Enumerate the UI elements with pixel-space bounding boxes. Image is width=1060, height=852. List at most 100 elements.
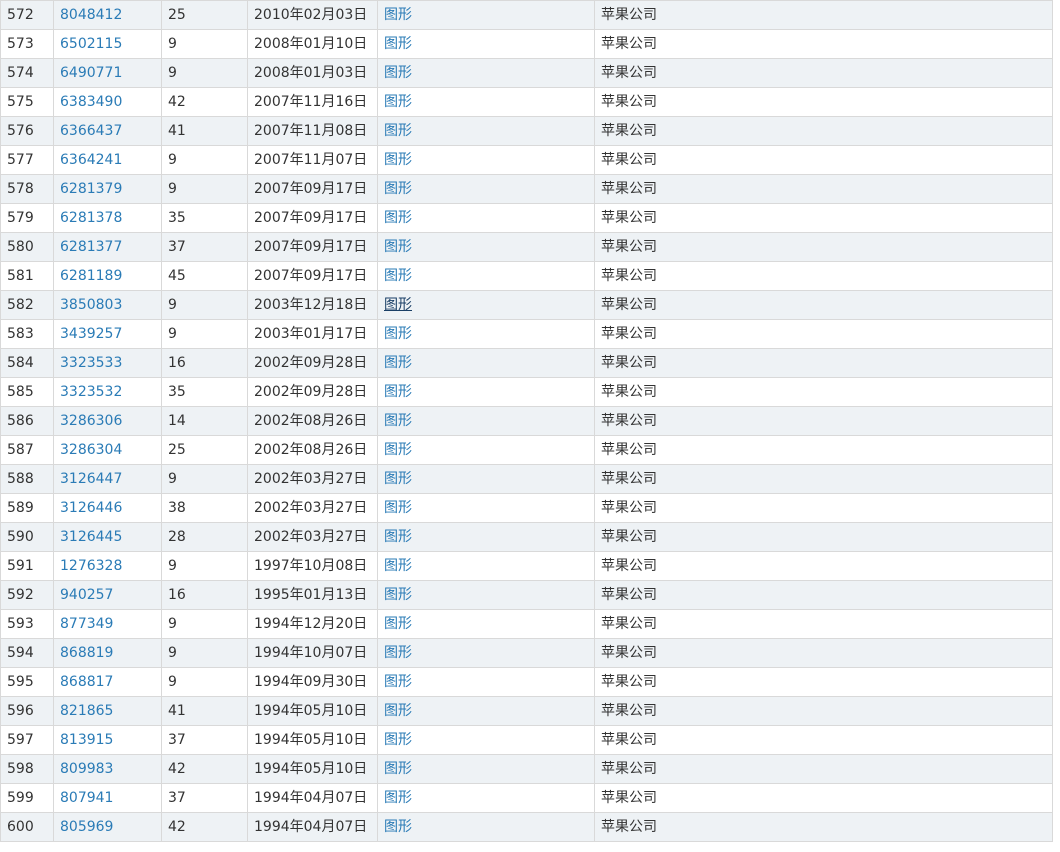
trademark-type-cell: 图形 [377,435,595,465]
row-number: 577 [0,145,54,175]
registration-number-link[interactable]: 3323533 [53,348,162,378]
trademark-type-cell: 图形 [377,348,595,378]
registration-number-link[interactable]: 821865 [53,696,162,726]
table-row: 600 805969 42 1994年04月07日 图形 苹果公司 [0,812,1053,842]
registration-number-link[interactable]: 3439257 [53,319,162,349]
registration-number-link[interactable]: 868819 [53,638,162,668]
class-number: 45 [161,261,248,291]
applicant-name: 苹果公司 [594,464,1053,494]
registration-number-link[interactable]: 6364241 [53,145,162,175]
table-row: 597 813915 37 1994年05月10日 图形 苹果公司 [0,725,1053,755]
registration-number-link[interactable]: 6281189 [53,261,162,291]
class-number: 9 [161,174,248,204]
row-number: 574 [0,58,54,88]
trademark-type-link[interactable]: 图形 [384,123,412,139]
trademark-type-link[interactable]: 图形 [384,384,412,400]
registration-number-link[interactable]: 6281378 [53,203,162,233]
trademark-type-link[interactable]: 图形 [384,500,412,516]
registration-number-link[interactable]: 6281377 [53,232,162,262]
trademark-type-link[interactable]: 图形 [384,616,412,632]
applicant-name: 苹果公司 [594,696,1053,726]
row-number: 600 [0,812,54,842]
registration-number-link[interactable]: 3323532 [53,377,162,407]
class-number: 38 [161,493,248,523]
application-date: 2002年03月27日 [247,522,378,552]
class-number: 14 [161,406,248,436]
row-number: 590 [0,522,54,552]
trademark-type-link[interactable]: 图形 [384,790,412,806]
registration-number-link[interactable]: 940257 [53,580,162,610]
registration-number-link[interactable]: 877349 [53,609,162,639]
trademark-type-link[interactable]: 图形 [384,587,412,603]
applicant-name: 苹果公司 [594,290,1053,320]
class-number: 16 [161,580,248,610]
trademark-type-cell: 图形 [377,58,595,88]
row-number: 578 [0,174,54,204]
row-number: 583 [0,319,54,349]
registration-number-link[interactable]: 3286304 [53,435,162,465]
trademark-type-link[interactable]: 图形 [384,239,412,255]
trademark-type-link[interactable]: 图形 [384,442,412,458]
class-number: 9 [161,145,248,175]
trademark-type-link[interactable]: 图形 [384,94,412,110]
class-number: 35 [161,203,248,233]
registration-number-link[interactable]: 3850803 [53,290,162,320]
trademark-type-cell: 图形 [377,725,595,755]
row-number: 581 [0,261,54,291]
trademark-type-link[interactable]: 图形 [384,152,412,168]
table-row: 589 3126446 38 2002年03月27日 图形 苹果公司 [0,493,1053,523]
trademark-type-link[interactable]: 图形 [384,355,412,371]
trademark-type-link[interactable]: 图形 [384,674,412,690]
application-date: 1994年05月10日 [247,725,378,755]
trademark-type-link[interactable]: 图形 [384,413,412,429]
trademark-type-link[interactable]: 图形 [384,7,412,23]
applicant-name: 苹果公司 [594,522,1053,552]
table-row: 578 6281379 9 2007年09月17日 图形 苹果公司 [0,174,1053,204]
trademark-type-link[interactable]: 图形 [384,558,412,574]
trademark-type-link[interactable]: 图形 [384,529,412,545]
application-date: 1997年10月08日 [247,551,378,581]
registration-number-link[interactable]: 1276328 [53,551,162,581]
trademark-type-link[interactable]: 图形 [384,181,412,197]
trademark-type-link[interactable]: 图形 [384,732,412,748]
application-date: 1994年12月20日 [247,609,378,639]
registration-number-link[interactable]: 868817 [53,667,162,697]
applicant-name: 苹果公司 [594,29,1053,59]
registration-number-link[interactable]: 6502115 [53,29,162,59]
trademark-type-link[interactable]: 图形 [384,645,412,661]
trademark-type-link[interactable]: 图形 [384,65,412,81]
registration-number-link[interactable]: 3126447 [53,464,162,494]
trademark-type-link[interactable]: 图形 [384,471,412,487]
registration-number-link[interactable]: 813915 [53,725,162,755]
registration-number-link[interactable]: 805969 [53,812,162,842]
trademark-type-link[interactable]: 图形 [384,761,412,777]
registration-number-link[interactable]: 807941 [53,783,162,813]
trademark-type-link[interactable]: 图形 [384,326,412,342]
application-date: 2003年12月18日 [247,290,378,320]
trademark-type-link[interactable]: 图形 [384,819,412,835]
application-date: 2007年09月17日 [247,203,378,233]
application-date: 2007年11月07日 [247,145,378,175]
class-number: 9 [161,464,248,494]
applicant-name: 苹果公司 [594,116,1053,146]
trademark-type-cell: 图形 [377,116,595,146]
trademark-type-link[interactable]: 图形 [384,36,412,52]
registration-number-link[interactable]: 6366437 [53,116,162,146]
registration-number-link[interactable]: 3286306 [53,406,162,436]
class-number: 35 [161,377,248,407]
trademark-type-cell: 图形 [377,232,595,262]
trademark-type-link[interactable]: 图形 [384,210,412,226]
registration-number-link[interactable]: 6281379 [53,174,162,204]
registration-number-link[interactable]: 3126445 [53,522,162,552]
trademark-type-link[interactable]: 图形 [384,297,412,313]
registration-number-link[interactable]: 8048412 [53,0,162,30]
applicant-name: 苹果公司 [594,435,1053,465]
registration-number-link[interactable]: 3126446 [53,493,162,523]
registration-number-link[interactable]: 6383490 [53,87,162,117]
row-number: 587 [0,435,54,465]
trademark-type-cell: 图形 [377,783,595,813]
registration-number-link[interactable]: 6490771 [53,58,162,88]
trademark-type-link[interactable]: 图形 [384,703,412,719]
registration-number-link[interactable]: 809983 [53,754,162,784]
trademark-type-link[interactable]: 图形 [384,268,412,284]
